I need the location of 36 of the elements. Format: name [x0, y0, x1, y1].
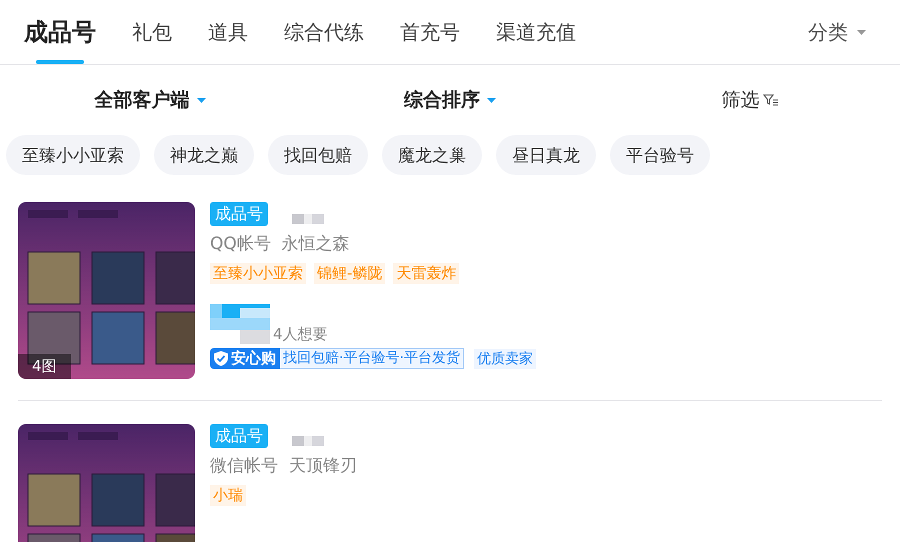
hero-tag: 天雷轰炸 — [393, 263, 460, 284]
filter-button[interactable]: 筛选 — [722, 87, 778, 113]
sort-dropdown[interactable]: 综合排序 — [404, 87, 496, 113]
category-dropdown[interactable]: 分类 — [808, 0, 866, 64]
guarantee-badge: 安心购 — [210, 348, 280, 369]
category-tab[interactable]: 首充号 — [400, 0, 460, 64]
filter-chip[interactable]: 找回包赔 — [268, 135, 368, 175]
guarantee-features: 找回包赔·平台验号·平台发货 — [280, 348, 464, 369]
account-info: 微信帐号 天顶锋刃 — [210, 455, 357, 477]
listing-type-badge: 成品号 — [210, 202, 268, 226]
filter-chip[interactable]: 魔龙之巢 — [382, 135, 482, 175]
hero-tag: 小瑞 — [210, 485, 246, 506]
redacted-mark — [210, 304, 270, 344]
filter-chip[interactable]: 至臻小小亚索 — [6, 135, 140, 175]
category-tab[interactable]: 渠道充值 — [496, 0, 576, 64]
caret-icon — [487, 98, 496, 102]
filter-chip[interactable]: 平台验号 — [610, 135, 710, 175]
hero-tag: 至臻小小亚索 — [210, 263, 306, 284]
caret-icon — [857, 30, 866, 34]
filter-chip[interactable]: 神龙之巅 — [154, 135, 254, 175]
category-tab[interactable]: 礼包 — [132, 0, 172, 64]
filter-chip[interactable]: 昼日真龙 — [496, 135, 596, 175]
image-count: 4图 — [18, 354, 71, 379]
hero-tag: 锦鲤-鳞陇 — [314, 263, 386, 284]
caret-icon — [196, 98, 206, 102]
category-tab[interactable]: 道具 — [208, 0, 248, 64]
category-tab[interactable]: 综合代练 — [284, 0, 364, 64]
redacted-mark — [292, 436, 324, 446]
redacted-mark — [292, 214, 324, 224]
seller-badge: 优质卖家 — [474, 348, 536, 368]
filter-icon — [762, 94, 778, 106]
account-info: QQ帐号 永恒之森 — [210, 233, 351, 255]
category-tab[interactable]: 成品号 — [24, 0, 96, 64]
interest-count: 4人想要 — [273, 325, 328, 344]
listing-type-badge: 成品号 — [210, 424, 268, 448]
sort-dropdown[interactable]: 全部客户端 — [94, 87, 206, 113]
